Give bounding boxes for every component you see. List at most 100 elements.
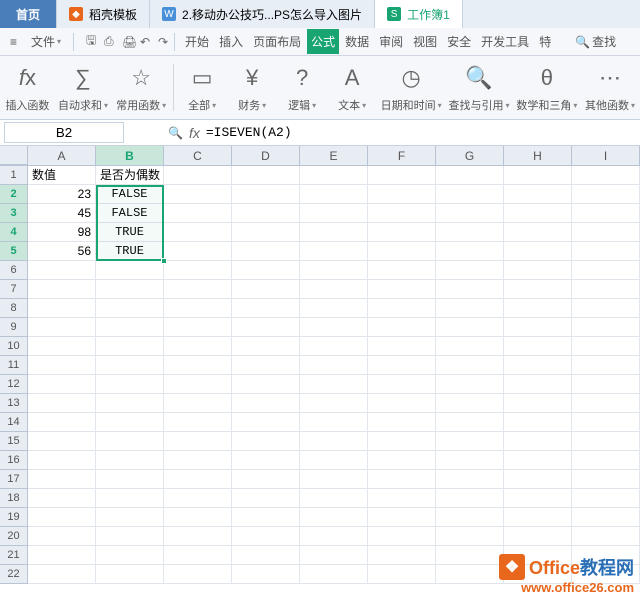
menu-start[interactable]: 开始 <box>181 29 213 54</box>
cell[interactable] <box>436 261 504 280</box>
cell[interactable] <box>368 185 436 204</box>
cell[interactable] <box>300 546 368 565</box>
cell[interactable] <box>436 318 504 337</box>
cell[interactable] <box>368 375 436 394</box>
cell[interactable] <box>368 337 436 356</box>
cell[interactable] <box>572 508 640 527</box>
cell[interactable] <box>300 166 368 185</box>
cell[interactable] <box>300 356 368 375</box>
cell[interactable] <box>436 337 504 356</box>
menu-view[interactable]: 视图 <box>409 29 441 54</box>
row-header[interactable]: 5 <box>0 242 28 261</box>
cell[interactable] <box>368 261 436 280</box>
row-header[interactable]: 11 <box>0 356 28 375</box>
cell[interactable] <box>28 299 96 318</box>
col-header-b[interactable]: B <box>96 146 164 165</box>
cell[interactable] <box>504 489 572 508</box>
cell[interactable] <box>436 375 504 394</box>
cell[interactable] <box>572 489 640 508</box>
row-header[interactable]: 15 <box>0 432 28 451</box>
col-header-h[interactable]: H <box>504 146 572 165</box>
cell[interactable] <box>300 223 368 242</box>
cell[interactable] <box>232 394 300 413</box>
cell[interactable] <box>436 508 504 527</box>
cell[interactable] <box>232 489 300 508</box>
cell[interactable] <box>300 451 368 470</box>
cell[interactable] <box>436 527 504 546</box>
cell[interactable]: 数值 <box>28 166 96 185</box>
row-header[interactable]: 6 <box>0 261 28 280</box>
name-box[interactable] <box>4 122 124 143</box>
cell[interactable] <box>28 527 96 546</box>
row-header[interactable]: 12 <box>0 375 28 394</box>
cell[interactable] <box>572 280 640 299</box>
cell[interactable] <box>96 299 164 318</box>
cell[interactable] <box>164 261 232 280</box>
cell[interactable] <box>436 280 504 299</box>
row-header[interactable]: 8 <box>0 299 28 318</box>
formula-input[interactable] <box>206 125 506 140</box>
tab-home[interactable]: 首页 <box>0 0 57 28</box>
cell[interactable] <box>164 223 232 242</box>
row-header[interactable]: 16 <box>0 451 28 470</box>
cell[interactable] <box>368 223 436 242</box>
cell[interactable] <box>504 413 572 432</box>
cell[interactable] <box>504 451 572 470</box>
cell[interactable]: 45 <box>28 204 96 223</box>
cell[interactable] <box>232 280 300 299</box>
cell[interactable] <box>232 223 300 242</box>
cell[interactable] <box>164 242 232 261</box>
cell[interactable] <box>232 527 300 546</box>
col-header-g[interactable]: G <box>436 146 504 165</box>
row-header[interactable]: 9 <box>0 318 28 337</box>
cell[interactable] <box>164 508 232 527</box>
cell[interactable] <box>368 394 436 413</box>
col-header-e[interactable]: E <box>300 146 368 165</box>
cell[interactable] <box>300 489 368 508</box>
cell[interactable] <box>504 356 572 375</box>
menu-devtools[interactable]: 开发工具 <box>477 29 533 54</box>
cell[interactable] <box>96 527 164 546</box>
redo-icon[interactable]: ↷ <box>152 34 168 50</box>
cell[interactable] <box>164 565 232 584</box>
cell[interactable] <box>368 565 436 584</box>
cell[interactable] <box>300 565 368 584</box>
cell[interactable] <box>28 470 96 489</box>
cell[interactable] <box>436 242 504 261</box>
cell[interactable] <box>504 185 572 204</box>
cell[interactable] <box>96 394 164 413</box>
cell[interactable] <box>96 546 164 565</box>
menu-security[interactable]: 安全 <box>443 29 475 54</box>
row-header[interactable]: 22 <box>0 565 28 584</box>
autosum-button[interactable]: ∑ 自动求和▾ <box>55 60 111 115</box>
cell[interactable] <box>436 185 504 204</box>
cell[interactable] <box>300 261 368 280</box>
cell[interactable] <box>232 413 300 432</box>
cell[interactable] <box>300 527 368 546</box>
cell[interactable] <box>436 356 504 375</box>
cell[interactable]: 98 <box>28 223 96 242</box>
menu-extra[interactable]: 特 <box>535 29 555 54</box>
other-fn-button[interactable]: ⋯ 其他函数▾ <box>582 60 638 115</box>
menu-insert[interactable]: 插入 <box>215 29 247 54</box>
cell[interactable] <box>436 413 504 432</box>
cell[interactable] <box>28 546 96 565</box>
cell[interactable] <box>300 204 368 223</box>
col-header-i[interactable]: I <box>572 146 640 165</box>
cell[interactable] <box>96 470 164 489</box>
cell[interactable] <box>368 432 436 451</box>
cell[interactable] <box>232 356 300 375</box>
cell[interactable] <box>504 242 572 261</box>
cell[interactable] <box>232 166 300 185</box>
col-header-c[interactable]: C <box>164 146 232 165</box>
cell[interactable] <box>572 166 640 185</box>
cell[interactable] <box>504 166 572 185</box>
cell[interactable] <box>368 166 436 185</box>
cell[interactable] <box>28 280 96 299</box>
cell[interactable] <box>96 413 164 432</box>
cell[interactable] <box>28 508 96 527</box>
cell[interactable] <box>436 223 504 242</box>
app-menu-icon[interactable]: ≡ <box>4 32 23 52</box>
cell[interactable] <box>28 337 96 356</box>
cell[interactable] <box>436 451 504 470</box>
